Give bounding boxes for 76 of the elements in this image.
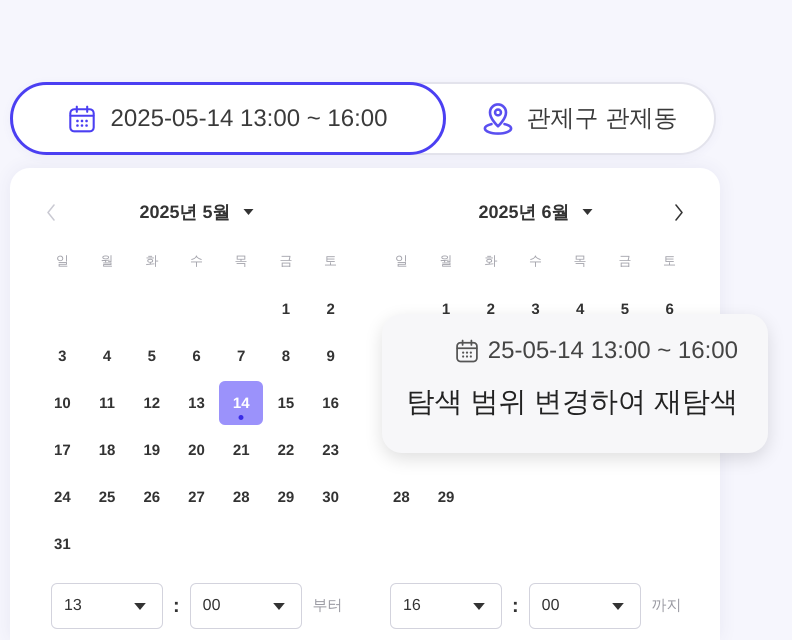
calendar-day[interactable]: 1 <box>282 302 290 316</box>
calendar-day[interactable]: 10 <box>54 396 71 410</box>
calendar-day[interactable]: 29 <box>438 490 454 504</box>
calendar-day[interactable]: 2 <box>486 302 495 316</box>
caret-down-icon <box>473 602 485 610</box>
weekday-label: 목 <box>234 252 248 270</box>
calendar-day[interactable]: 25 <box>98 490 116 504</box>
weekday-label: 토 <box>663 252 676 270</box>
calendar-day[interactable]: 19 <box>143 442 160 458</box>
calendar-day[interactable]: 6 <box>192 348 201 364</box>
weekday-label: 화 <box>145 252 158 270</box>
calendar-day[interactable]: 7 <box>237 348 246 364</box>
calendar-day[interactable]: 5 <box>148 348 156 364</box>
calendar-day[interactable]: 27 <box>188 490 205 504</box>
caret-down-icon <box>582 209 593 215</box>
calendar-day[interactable]: 15 <box>278 396 294 410</box>
calendar-day[interactable]: 17 <box>54 442 71 458</box>
chevron-right-icon[interactable] <box>674 204 684 220</box>
calendar-day[interactable]: 16 <box>322 396 339 410</box>
time-separator: : <box>512 594 519 619</box>
weekday-label: 월 <box>440 252 453 270</box>
caret-down-icon <box>272 602 285 610</box>
calendar-day[interactable]: 22 <box>278 442 294 458</box>
calendar-icon <box>456 339 478 363</box>
calendar-day[interactable]: 5 <box>620 302 630 316</box>
caret-down-icon <box>242 209 254 215</box>
calendar-day[interactable]: 24 <box>54 490 71 504</box>
weekday-label: 금 <box>279 252 292 270</box>
minute-select[interactable]: 00 <box>190 583 302 629</box>
hour-select[interactable]: 16 <box>390 583 502 629</box>
weekday-label: 수 <box>190 252 203 270</box>
calendar-icon <box>68 104 95 132</box>
weekday-label: 수 <box>528 252 542 270</box>
weekday-label: 일 <box>56 252 69 270</box>
calendar-day[interactable]: 12 <box>143 396 160 410</box>
month-dropdown[interactable]: 2025년 5월 <box>139 198 254 226</box>
time-suffix-label: 까지 <box>652 596 682 616</box>
time-suffix-label: 부터 <box>312 596 343 616</box>
hour-select[interactable]: 13 <box>51 583 163 629</box>
calendar-day[interactable]: 18 <box>98 442 116 458</box>
calendar-day[interactable]: 23 <box>322 442 339 458</box>
calendar-day[interactable]: 30 <box>322 490 339 504</box>
caret-down-icon <box>134 602 146 610</box>
calendar-day[interactable]: 11 <box>99 396 115 410</box>
calendar-day[interactable]: 31 <box>54 536 71 552</box>
weekday-label: 토 <box>324 252 338 270</box>
calendar-day[interactable]: 8 <box>282 348 290 364</box>
calendar-day[interactable]: 26 <box>143 490 160 504</box>
calendar-day[interactable]: 29 <box>278 490 294 504</box>
calendar-day[interactable]: 2 <box>326 302 335 316</box>
month-dropdown[interactable]: 2025년 6월 <box>478 198 593 226</box>
time-separator: : <box>173 594 180 619</box>
weekday-label: 화 <box>484 252 498 270</box>
re-search-link[interactable]: 탐색 범위 변경하여 재탐색 <box>406 384 738 420</box>
weekday-label: 목 <box>574 252 587 270</box>
calendar-day[interactable]: 9 <box>326 348 335 364</box>
calendar-day[interactable]: 1 <box>442 302 450 316</box>
calendar-day[interactable]: 4 <box>102 348 112 364</box>
calendar-day[interactable]: 3 <box>58 348 67 364</box>
calendar-day[interactable]: 28 <box>393 490 410 504</box>
calendar-day[interactable]: 21 <box>232 442 250 458</box>
weekday-label: 금 <box>618 252 632 270</box>
calendar-day[interactable]: 4 <box>576 302 584 316</box>
calendar-day[interactable]: 6 <box>665 302 674 316</box>
date-range-text: 25-05-14 13:00 ~ 16:00 <box>488 336 738 366</box>
location-tab[interactable]: 관제구 관제동 <box>446 84 714 153</box>
caret-down-icon <box>612 602 624 610</box>
calendar-day[interactable]: 13 <box>188 396 205 410</box>
calendar-day[interactable]: 28 <box>232 490 250 504</box>
weekday-label: 일 <box>394 252 408 270</box>
map-pin-icon <box>482 102 513 134</box>
calendar-day[interactable]: 3 <box>531 302 540 316</box>
calendar-day[interactable]: 20 <box>188 442 205 458</box>
minute-select[interactable]: 00 <box>528 583 641 629</box>
weekday-label: 월 <box>100 252 114 270</box>
date-range-tab[interactable]: 2025-05-14 13:00 ~ 16:00 <box>10 82 446 155</box>
